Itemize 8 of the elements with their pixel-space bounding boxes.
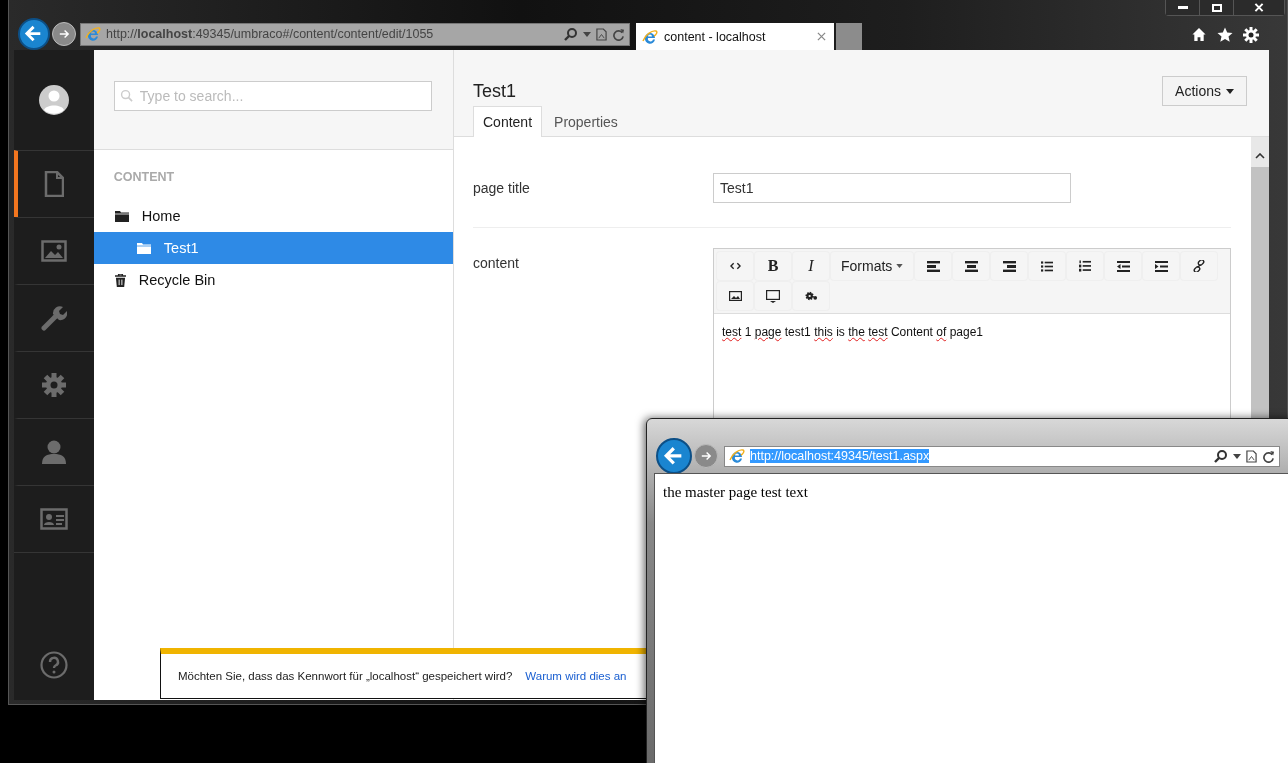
notification-message: Möchten Sie, dass das Kennwort für „localhost“ gespeichert wird?: [178, 670, 513, 682]
page-title: Test1: [473, 80, 517, 102]
content-text: test 1 page test1 this is the test Content of page1: [721, 324, 984, 341]
field-label: page title: [473, 179, 531, 196]
section-heading: CONTENT: [112, 169, 176, 186]
page-text: the master page test text: [662, 483, 809, 502]
field-label: content: [473, 254, 520, 271]
tab-title: content - localhost: [664, 29, 767, 44]
